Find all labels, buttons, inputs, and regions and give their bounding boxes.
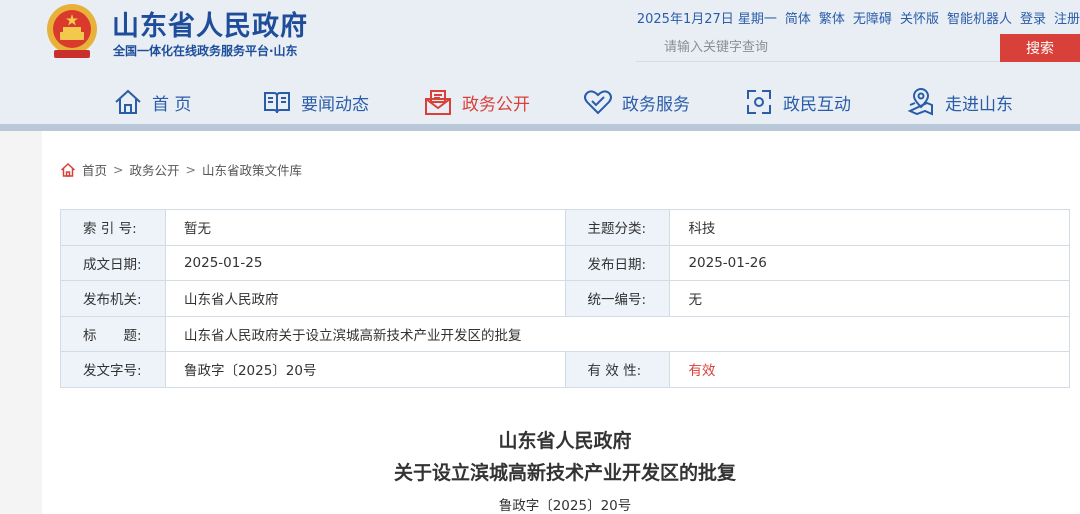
document-meta-table: 索 引 号: 暂无 主题分类: 科技 成文日期: 2025-01-25 发布日期… [60, 209, 1071, 388]
nav-about-label: 走进山东 [945, 94, 1013, 115]
meta-key: 统一编号: [564, 280, 671, 317]
table-row: 成文日期: 2025-01-25 发布日期: 2025-01-26 [60, 244, 1070, 281]
meta-key: 标 题: [60, 315, 166, 352]
meta-value: 2025-01-25 [164, 244, 566, 281]
meta-value-title: 山东省人民政府关于设立滨城高新技术产业开发区的批复 [164, 315, 1071, 352]
meta-value: 鲁政字〔2025〕20号 [164, 351, 566, 388]
map-pin-icon [907, 88, 933, 116]
meta-key: 发布日期: [564, 244, 671, 281]
nav-gov-service[interactable]: 政务服务 [583, 82, 690, 122]
breadcrumb-home[interactable]: 首页 [82, 160, 107, 179]
national-emblem-icon [47, 4, 97, 58]
meta-value: 科技 [669, 209, 1070, 246]
nav-home-label: 首 页 [152, 94, 192, 115]
accessibility-link[interactable]: 无障碍 [853, 8, 892, 27]
nav-interaction-label: 政民互动 [783, 94, 851, 115]
meta-value: 暂无 [164, 209, 566, 246]
meta-value: 2025-01-26 [669, 244, 1070, 281]
table-row: 发文字号: 鲁政字〔2025〕20号 有 效 性: 有效 [60, 351, 1070, 388]
meta-key: 发文字号: [60, 351, 166, 388]
envelope-icon [425, 90, 451, 115]
nav-news[interactable]: 要闻动态 [262, 82, 369, 122]
home-icon[interactable] [60, 162, 76, 178]
validity-status: 有效 [669, 351, 1070, 388]
simplified-link[interactable]: 简体 [785, 8, 811, 27]
interaction-icon [747, 90, 771, 114]
meta-key: 主题分类: [564, 209, 671, 246]
register-link[interactable]: 注册 [1054, 8, 1080, 27]
date-text: 2025年1月27日 星期一 [636, 12, 777, 27]
search-button[interactable]: 搜索 [1000, 34, 1080, 62]
table-row: 发布机关: 山东省人民政府 统一编号: 无 [60, 280, 1070, 317]
nav-gov-public-label: 政务公开 [462, 94, 530, 115]
nav-home[interactable]: 首 页 [113, 82, 191, 122]
nav-gov-public[interactable]: 政务公开 [423, 82, 530, 122]
home-icon [115, 89, 141, 114]
breadcrumb-gov-public[interactable]: 政务公开 [130, 160, 180, 179]
traditional-link[interactable]: 繁体 [819, 8, 845, 27]
nav-news-label: 要闻动态 [301, 94, 369, 115]
meta-value: 山东省人民政府 [164, 280, 566, 317]
document-title-line1: 山东省人民政府 [498, 430, 632, 452]
site-title[interactable]: 山东省人民政府 [112, 4, 308, 43]
meta-key: 索 引 号: [60, 209, 166, 246]
main-nav: 首 页 要闻动态 政务公开 政务服务 政民互动 走进山东 [0, 82, 1080, 122]
care-mode-link[interactable]: 关怀版 [900, 8, 939, 27]
breadcrumb: 首页 > 政务公开 > 山东省政策文件库 [60, 160, 302, 179]
book-icon [264, 92, 290, 114]
table-row: 索 引 号: 暂无 主题分类: 科技 [60, 209, 1070, 246]
meta-value: 无 [669, 280, 1070, 317]
meta-key: 成文日期: [60, 244, 166, 281]
table-row: 标 题: 山东省人民政府关于设立滨城高新技术产业开发区的批复 [60, 315, 1071, 352]
nav-gov-service-label: 政务服务 [622, 94, 690, 115]
document-title-line2: 关于设立滨城高新技术产业开发区的批复 [393, 462, 736, 484]
breadcrumb-separator: > [113, 162, 124, 177]
breadcrumb-policy-library[interactable]: 山东省政策文件库 [202, 160, 302, 179]
top-links: 2025年1月27日 星期一 简体 繁体 无障碍 关怀版 智能机器人 登录 注册 [637, 8, 1080, 27]
meta-key: 有 效 性: [564, 351, 671, 388]
robot-link[interactable]: 智能机器人 [947, 8, 1012, 27]
header-divider [0, 124, 1080, 131]
breadcrumb-separator: > [185, 162, 196, 177]
search-input[interactable] [636, 34, 1000, 62]
site-subtitle: 全国一体化在线政务服务平台·山东 [113, 44, 298, 58]
nav-interaction[interactable]: 政民互动 [744, 82, 851, 122]
nav-about[interactable]: 走进山东 [906, 82, 1013, 122]
document-number: 鲁政字〔2025〕20号 [498, 498, 632, 514]
site-header: 山东省人民政府 全国一体化在线政务服务平台·山东 2025年1月27日 星期一 … [0, 0, 1080, 126]
meta-key: 发布机关: [60, 280, 166, 317]
login-link[interactable]: 登录 [1020, 8, 1046, 27]
heart-icon [584, 90, 612, 115]
